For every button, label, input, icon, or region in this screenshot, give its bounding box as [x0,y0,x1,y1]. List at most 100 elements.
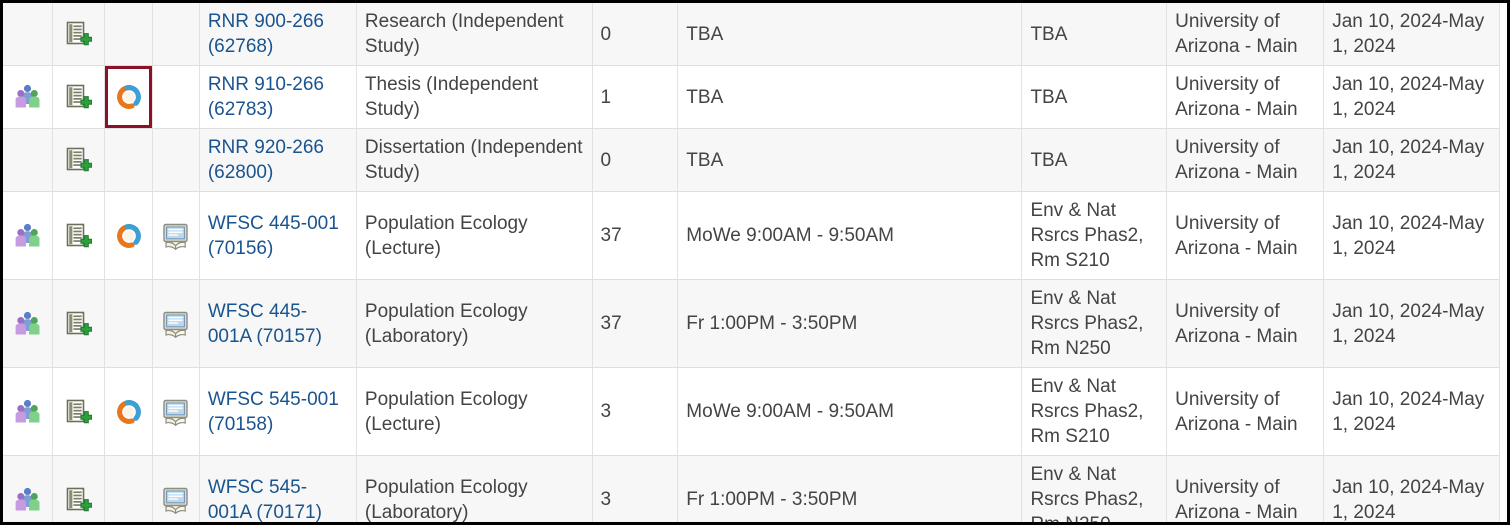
dates-cell-text: Jan 10, 2024-May 1, 2024 [1332,476,1485,523]
room-cell: TBA [1021,3,1168,66]
meeting-times-cell: MoWe 9:00AM - 9:50AM [677,191,1023,280]
meeting-times-cell: TBA [677,3,1023,66]
course-code-link[interactable]: RNR 920-266 (62800) [208,135,348,185]
course-code-cell: WFSC 445-001A (70157) [199,279,357,368]
room-cell-text: Env & Nat Rsrcs Phas2, Rm S210 [1030,200,1144,271]
course-evaluation-icon[interactable] [115,83,143,111]
course-code-link[interactable]: WFSC 445-001A (70157) [208,299,348,349]
roster-cell[interactable] [3,191,54,280]
class-roster-icon[interactable] [13,309,43,339]
roster-cell [3,3,54,66]
course-code-cell: RNR 920-266 (62800) [199,128,357,192]
course-table-body: RNR 900-266 (62768) Research (Independent… [3,3,1500,522]
dates-cell: Jan 10, 2024-May 1, 2024 [1323,279,1500,368]
enrollment-request-icon[interactable] [64,486,93,514]
campus-cell-text: University of Arizona - Main [1175,137,1298,183]
course-materials-icon[interactable] [161,310,191,339]
roster-cell [3,128,54,192]
meeting-times-cell-text: TBA [686,23,724,45]
campus-cell: University of Arizona - Main [1166,3,1325,66]
table-row: WFSC 545-001 (70158) Population Ecology (… [3,367,1500,456]
dates-cell: Jan 10, 2024-May 1, 2024 [1323,3,1500,66]
enrollment-cell[interactable] [52,65,105,129]
seats-cell-text: 1 [600,86,612,108]
course-evaluation-icon[interactable] [115,222,143,250]
materials-cell[interactable] [152,367,200,456]
evaluation-cell[interactable] [104,65,154,129]
course-title-cell: Population Ecology (Lecture) [356,367,593,456]
course-code-link[interactable]: RNR 910-266 (62783) [208,72,348,122]
enrollment-request-icon[interactable] [64,83,93,111]
course-table-scroll-region: RNR 900-266 (62768) Research (Independent… [3,3,1507,522]
campus-cell-text: University of Arizona - Main [1175,476,1298,523]
course-code-cell: RNR 910-266 (62783) [199,65,357,129]
enrollment-request-icon[interactable] [64,222,93,250]
course-code-link[interactable]: WFSC 545-001A (70171) [208,475,348,523]
dates-cell-text: Jan 10, 2024-May 1, 2024 [1332,212,1485,259]
class-roster-icon[interactable] [13,485,43,515]
dates-cell: Jan 10, 2024-May 1, 2024 [1323,128,1500,192]
course-code-link[interactable]: RNR 900-266 (62768) [208,9,348,59]
materials-cell[interactable] [152,191,200,280]
enrollment-cell[interactable] [52,128,105,192]
roster-cell[interactable] [3,279,54,368]
screenshot-frame: RNR 900-266 (62768) Research (Independent… [0,0,1510,525]
materials-cell[interactable] [152,455,200,522]
meeting-times-cell-text: TBA [686,149,724,171]
room-cell-text: TBA [1030,149,1068,171]
enrollment-cell[interactable] [52,455,105,522]
meeting-times-cell: MoWe 9:00AM - 9:50AM [677,367,1023,456]
seats-cell-text: 0 [600,149,612,171]
evaluation-cell [104,3,154,66]
meeting-times-cell: TBA [677,65,1023,129]
seats-cell-text: 0 [600,23,612,45]
course-evaluation-icon[interactable] [115,398,143,426]
enrollment-request-icon[interactable] [64,146,93,174]
class-roster-icon[interactable] [13,221,43,251]
course-materials-icon[interactable] [161,222,191,251]
enrollment-request-icon[interactable] [64,310,93,338]
evaluation-cell[interactable] [104,191,154,280]
course-title-cell: Population Ecology (Lecture) [356,191,593,280]
table-row: WFSC 545-001A (70171) Population Ecology … [3,455,1500,523]
materials-cell[interactable] [152,279,200,368]
course-title-cell: Dissertation (Independent Study) [356,128,593,192]
roster-cell[interactable] [3,367,54,456]
course-title-cell-text: Dissertation (Independent Study) [364,137,583,183]
enrollment-cell[interactable] [52,191,105,280]
enrollment-cell[interactable] [52,367,105,456]
roster-cell[interactable] [3,65,54,129]
evaluation-cell [104,455,154,522]
enrollment-request-icon[interactable] [64,398,93,426]
campus-cell-text: University of Arizona - Main [1175,212,1298,259]
dates-cell-text: Jan 10, 2024-May 1, 2024 [1332,137,1485,183]
enrollment-request-icon[interactable] [64,20,93,48]
dates-cell: Jan 10, 2024-May 1, 2024 [1323,455,1500,523]
evaluation-cell [104,128,154,192]
roster-cell[interactable] [3,455,54,522]
room-cell-text: Env & Nat Rsrcs Phas2, Rm N250 [1030,464,1144,522]
room-cell-text: TBA [1030,23,1068,45]
course-materials-icon[interactable] [161,486,191,515]
room-cell: Env & Nat Rsrcs Phas2, Rm N250 [1021,455,1168,522]
table-row: RNR 910-266 (62783) Thesis (Independent S… [3,65,1500,129]
course-code-link[interactable]: WFSC 545-001 (70158) [208,387,348,437]
class-roster-icon[interactable] [13,82,43,112]
course-title-cell-text: Population Ecology (Laboratory) [364,476,528,523]
enrollment-cell[interactable] [52,3,105,66]
table-row: RNR 920-266 (62800) Dissertation (Indepen… [3,128,1500,192]
dates-cell: Jan 10, 2024-May 1, 2024 [1323,65,1500,129]
dates-cell: Jan 10, 2024-May 1, 2024 [1323,367,1500,456]
table-row: RNR 900-266 (62768) Research (Independent… [3,3,1500,66]
class-roster-icon[interactable] [13,397,43,427]
evaluation-cell[interactable] [104,367,154,456]
dates-cell-text: Jan 10, 2024-May 1, 2024 [1332,74,1485,120]
room-cell-text: Env & Nat Rsrcs Phas2, Rm S210 [1030,376,1144,447]
course-materials-icon[interactable] [161,398,191,427]
meeting-times-cell: Fr 1:00PM - 3:50PM [677,455,1023,522]
room-cell-text: TBA [1030,86,1068,108]
materials-cell [152,65,200,129]
course-code-link[interactable]: WFSC 445-001 (70156) [208,211,348,261]
room-cell: TBA [1021,65,1168,129]
enrollment-cell[interactable] [52,279,105,368]
